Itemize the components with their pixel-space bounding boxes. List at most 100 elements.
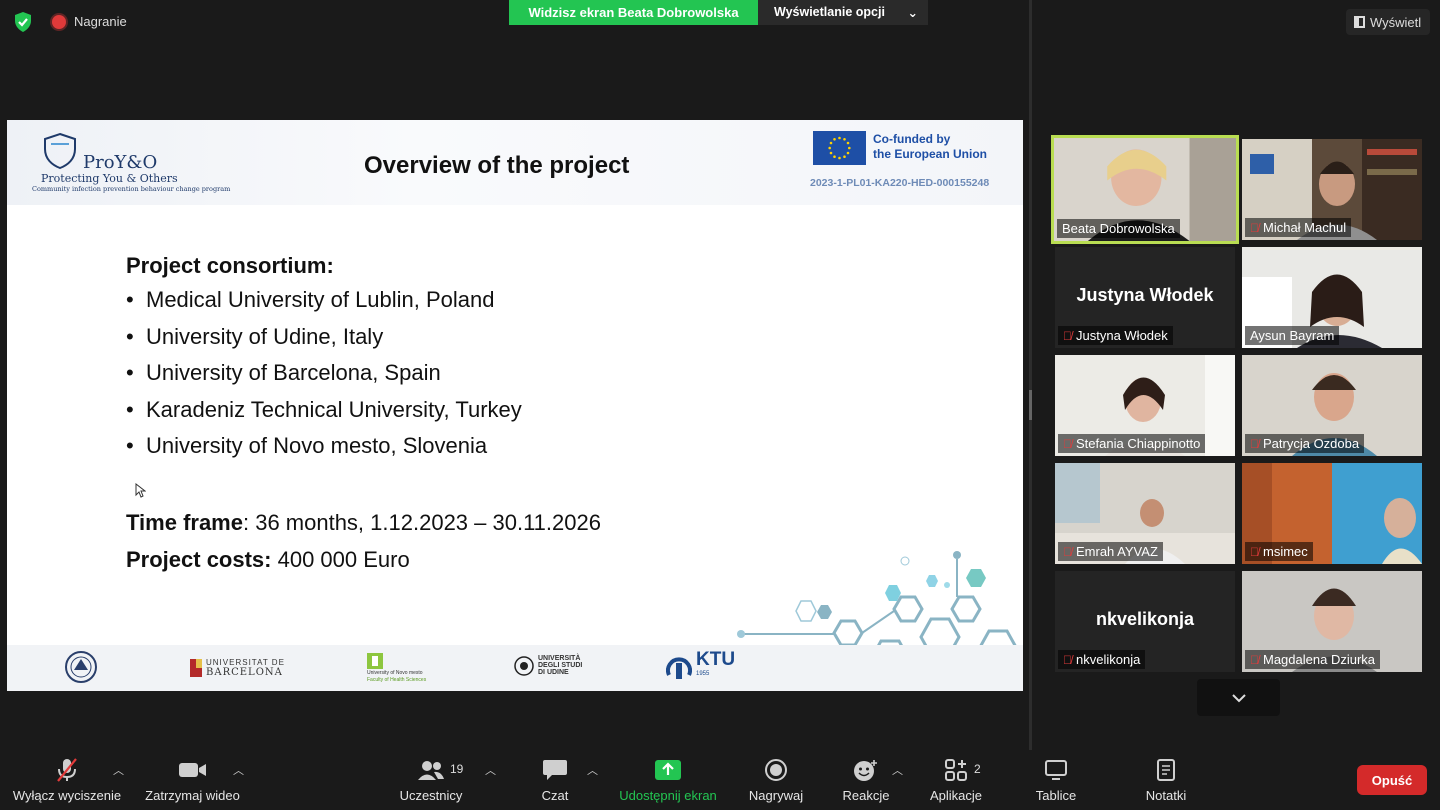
reactions-button[interactable]: Reakcje <box>838 750 894 810</box>
consortium-item: • University of Barcelona, Spain <box>126 360 441 385</box>
consortium-heading: Project consortium: <box>126 253 334 278</box>
whiteboards-label: Tablice <box>1035 788 1077 803</box>
whiteboards-button[interactable]: Tablice <box>1030 750 1082 810</box>
participant-tile[interactable]: nkvelikonja 🎙̸ nkvelikonja <box>1055 571 1235 672</box>
whiteboard-icon <box>1045 760 1067 780</box>
shared-screen: ProY&O Protecting You & Others Community… <box>7 120 1023 691</box>
view-button[interactable]: Wyświetl <box>1346 9 1430 35</box>
meeting-toolbar: Wyłącz wyciszenie ︿ Zatrzymaj wideo ︿ Uc… <box>0 750 1440 810</box>
apps-icon <box>945 759 967 781</box>
consortium-list: • Medical University of Lublin, Poland • U… <box>126 287 522 459</box>
partner-logos: UNIVERSITAT DE BARCELONA University of N… <box>7 645 767 691</box>
mouse-cursor-icon <box>135 483 146 498</box>
participants-label: Uczestnicy <box>399 788 463 803</box>
eu-cofunded-text: Co-funded by the European Union <box>873 132 987 162</box>
recording-icon[interactable] <box>52 15 66 29</box>
participant-name-tag: 🎙̸ Magdalena Dziurka <box>1245 650 1381 669</box>
top-bar: Nagranie Widzisz ekran Beata Dobrowolska… <box>0 0 1440 44</box>
participant-tile[interactable]: 🎙̸ Michał Machul <box>1242 139 1422 240</box>
participants-options-caret[interactable]: ︿ <box>485 762 496 778</box>
screen-share-banner: Widzisz ekran Beata Dobrowolska Wyświetl… <box>509 0 928 25</box>
participant-name-tag: 🎙̸ Emrah AYVAZ <box>1058 542 1163 561</box>
share-screen-button[interactable]: Udostępnij ekran <box>612 750 724 810</box>
participant-name-tag: 🎙̸ msimec <box>1245 542 1313 561</box>
record-icon <box>765 759 787 781</box>
participant-tile[interactable]: 🎙̸ Patrycja Ozdoba <box>1242 355 1422 456</box>
participant-tile[interactable]: Beata Dobrowolska <box>1051 135 1239 244</box>
participant-name-tag: Aysun Bayram <box>1245 326 1340 345</box>
notes-button[interactable]: Notatki <box>1138 750 1194 810</box>
consortium-item: • University of Udine, Italy <box>126 323 384 349</box>
proyo-tagline: Community infection prevention behaviour… <box>32 185 231 193</box>
reactions-options-caret[interactable]: ︿ <box>892 762 903 778</box>
proyo-shield-icon <box>44 132 76 170</box>
slide-header: ProY&O Protecting You & Others Community… <box>7 120 1023 205</box>
video-camera-icon <box>178 763 206 777</box>
time-frame: Time frame: 36 months, 1.12.2023 – 30.11… <box>126 510 601 535</box>
security-shield-icon[interactable] <box>12 11 34 33</box>
consortium-item: • Karadeniz Technical University, Turkey <box>126 396 522 422</box>
unmute-button[interactable]: Wyłącz wyciszenie <box>8 750 126 810</box>
share-screen-icon <box>655 760 681 780</box>
participant-tile[interactable]: 🎙̸ Magdalena Dziurka <box>1242 571 1422 672</box>
participant-name-tag: Beata Dobrowolska <box>1057 219 1180 238</box>
apps-count: 2 <box>974 762 981 776</box>
udine-seal-icon <box>514 655 534 676</box>
participant-tile[interactable]: Aysun Bayram <box>1242 247 1422 348</box>
mic-muted-icon: 🎙̸ <box>1250 436 1259 451</box>
consortium-section: Project consortium: • Medical University … <box>126 253 522 470</box>
audio-options-caret[interactable]: ︿ <box>113 762 124 778</box>
umlub-seal-icon <box>65 651 97 683</box>
proyo-title: ProY&O <box>83 152 158 173</box>
stop-video-button[interactable]: Zatrzymaj wideo <box>135 750 250 810</box>
participant-tile[interactable]: Justyna Włodek 🎙̸ Justyna Włodek <box>1055 247 1235 348</box>
record-button[interactable]: Nagrywaj <box>742 750 810 810</box>
participant-name-tag: 🎙̸ Michał Machul <box>1245 218 1352 237</box>
video-options-caret[interactable]: ︿ <box>233 762 244 778</box>
chat-options-caret[interactable]: ︿ <box>587 762 598 778</box>
participant-tile[interactable]: 🎙̸ Emrah AYVAZ <box>1055 463 1235 564</box>
layout-icon <box>1354 16 1365 28</box>
participant-name-tag: 🎙̸ Justyna Włodek <box>1058 326 1173 345</box>
stop-video-label: Zatrzymaj wideo <box>145 788 240 803</box>
eu-line-1: Co-funded by <box>873 132 951 146</box>
participant-tile[interactable]: 🎙̸ msimec <box>1242 463 1422 564</box>
eu-line-2: the European Union <box>873 147 987 161</box>
udine-logo: UNIVERSITÀ DEGLI STUDI DI UDINE <box>514 655 582 676</box>
ktu-logo: KTU 1955 <box>666 650 735 681</box>
participants-count: 19 <box>450 762 464 776</box>
mic-muted-icon: 🎙̸ <box>1063 328 1072 343</box>
novo-mesto-logo: University of Novo mesto Faculty of Heal… <box>367 653 426 683</box>
project-costs: Project costs: 400 000 Euro <box>126 547 410 572</box>
chat-label: Czat <box>541 788 569 803</box>
leave-meeting-button[interactable]: Opuść <box>1357 765 1427 795</box>
view-options-label: Wyświetlanie opcji <box>774 5 885 19</box>
panel-resize-handle[interactable] <box>1029 390 1032 420</box>
participants-button[interactable]: Uczestnicy <box>395 750 467 810</box>
mic-muted-icon: 🎙̸ <box>1063 436 1072 451</box>
proyo-logo: ProY&O Protecting You & Others Community… <box>32 132 230 197</box>
mic-muted-icon: 🎙̸ <box>1250 652 1259 667</box>
gallery-next-page-button[interactable] <box>1197 679 1280 716</box>
chat-bubble-icon <box>543 760 567 780</box>
recording-label[interactable]: Nagranie <box>74 14 127 29</box>
consortium-item: • University of Novo mesto, Slovenia <box>126 433 488 458</box>
notes-label: Notatki <box>1145 788 1187 803</box>
apps-label: Aplikacje <box>929 788 983 803</box>
slide-title: Overview of the project <box>364 152 630 179</box>
sharing-indicator: Widzisz ekran Beata Dobrowolska <box>509 0 758 25</box>
apps-button[interactable]: Aplikacje <box>924 750 988 810</box>
participant-name-tag: 🎙̸ Stefania Chiappinotto <box>1058 434 1206 453</box>
barcelona-crest-icon <box>190 659 202 677</box>
chat-button[interactable]: Czat <box>530 750 580 810</box>
mic-muted-icon: 🎙̸ <box>1063 544 1072 559</box>
participant-display-name: nkvelikonja <box>1095 609 1195 629</box>
participant-name-tag: 🎙̸ Patrycja Ozdoba <box>1245 434 1365 453</box>
participant-tile[interactable]: 🎙̸ Stefania Chiappinotto <box>1055 355 1235 456</box>
participants-icon <box>418 761 444 780</box>
mic-muted-icon: 🎙̸ <box>1250 544 1259 559</box>
consortium-item: • Medical University of Lublin, Poland <box>126 287 495 312</box>
view-options-dropdown[interactable]: Wyświetlanie opcji ⌄ <box>758 0 928 25</box>
mic-muted-icon: 🎙̸ <box>1063 652 1072 667</box>
reaction-smiley-icon <box>854 760 877 781</box>
